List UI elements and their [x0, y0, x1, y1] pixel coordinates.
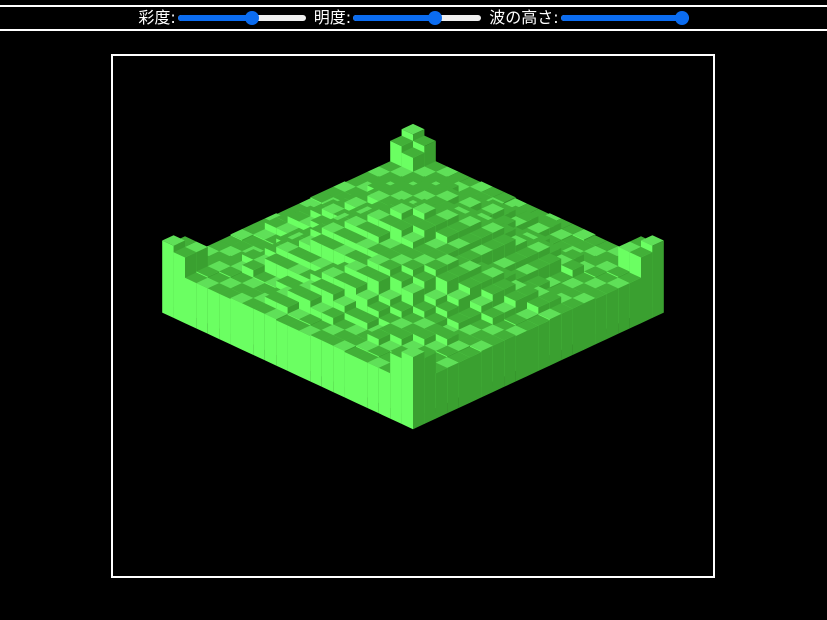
voxel-left	[321, 340, 334, 393]
voxel-right	[584, 298, 596, 350]
voxel-right	[458, 357, 470, 408]
voxel-right	[481, 345, 493, 398]
voxel-left	[230, 298, 242, 350]
voxel-left	[219, 293, 231, 345]
wave-height-slider[interactable]	[560, 11, 689, 25]
voxel-left	[310, 335, 322, 387]
voxel-left	[162, 240, 174, 318]
voxel-right	[424, 352, 436, 424]
voxel-left	[356, 357, 368, 408]
brightness-slider[interactable]	[353, 11, 482, 25]
voxel-right	[595, 293, 607, 345]
voxel-left	[333, 345, 345, 398]
voxel-right	[641, 252, 653, 324]
saturation-slider-thumb[interactable]	[245, 11, 260, 25]
wave-height-slider-fill	[560, 15, 682, 21]
brightness-slider-fill	[353, 15, 436, 21]
voxel-left	[401, 351, 413, 430]
voxel-left	[367, 362, 379, 414]
voxel-right	[618, 283, 630, 334]
voxel-right	[572, 303, 584, 355]
saturation-control: 彩度:	[138, 8, 306, 27]
voxel-left	[390, 352, 402, 424]
voxel-right	[652, 240, 664, 318]
voxel-right	[538, 320, 550, 371]
voxel-left	[378, 367, 391, 419]
render-canvas[interactable]	[111, 54, 715, 578]
voxel-right	[470, 352, 482, 403]
voxel-left	[287, 325, 299, 377]
wave-height-slider-thumb[interactable]	[674, 11, 689, 25]
saturation-label: 彩度:	[138, 8, 176, 27]
voxel-left	[173, 252, 185, 324]
voxel-right	[606, 288, 619, 340]
voxel-right	[549, 313, 562, 366]
saturation-slider-fill	[177, 15, 253, 21]
voxel-right	[515, 330, 527, 382]
voxel-right	[447, 362, 459, 414]
voxel-left	[264, 313, 277, 366]
voxel-right	[629, 277, 641, 329]
voxel-left	[242, 303, 254, 355]
voxel-right	[504, 335, 516, 387]
voxel-right	[413, 351, 425, 430]
wave-height-label: 波の高さ:	[489, 8, 559, 27]
voxel-wave-scene	[162, 123, 664, 430]
voxel-right	[492, 340, 505, 393]
brightness-slider-thumb[interactable]	[428, 11, 443, 25]
brightness-control: 明度:	[313, 8, 482, 27]
wave-height-control: 波の高さ:	[489, 8, 689, 27]
saturation-slider[interactable]	[177, 11, 306, 25]
voxel-left	[185, 277, 197, 329]
voxel-left	[196, 283, 208, 334]
voxel-left	[207, 288, 220, 340]
voxel-left	[276, 320, 288, 371]
voxel-left	[253, 308, 265, 361]
voxel-left	[299, 330, 311, 382]
voxel-left	[344, 352, 356, 403]
brightness-label: 明度:	[313, 8, 352, 27]
control-bar: 彩度: 明度: 波の高さ:	[0, 5, 827, 31]
voxel-right	[561, 308, 573, 361]
voxel-right	[527, 325, 539, 377]
voxel-right	[435, 367, 448, 419]
